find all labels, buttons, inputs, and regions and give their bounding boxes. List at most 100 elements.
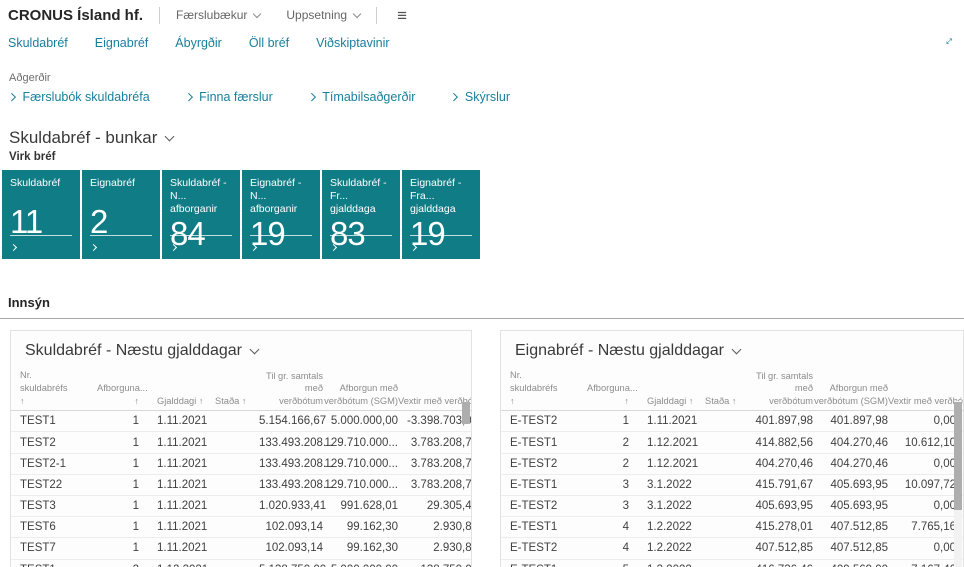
action-link[interactable]: Finna færslur — [186, 90, 273, 104]
column-header-no[interactable]: Nr. skuldabréfs ↑ — [501, 369, 565, 407]
bond-number-link[interactable]: E-TEST1 — [510, 437, 557, 449]
cue-tile[interactable]: Skuldabréf - Fr... gjalddaga 83 — [322, 170, 400, 259]
cell-row-menu: ⋮ — [565, 453, 587, 474]
cell-principal: 102.093,14 — [259, 542, 323, 554]
table-row[interactable]: TEST7 ⋮ 1 1.11.2021 102.093,14 99.162,30… — [11, 538, 471, 559]
cell-interest: 10.612,10 — [888, 437, 956, 449]
action-link[interactable]: Færslubók skuldabréfa — [9, 90, 150, 104]
card-title[interactable]: Skuldabréf - Næstu gjalddagar — [11, 331, 471, 364]
column-header-no[interactable]: Nr. skuldabréfs ↑ — [11, 369, 75, 407]
bond-number-link[interactable]: TEST3 — [20, 500, 56, 512]
bond-number-link[interactable]: E-TEST2 — [510, 542, 557, 554]
cell-bond-number: E-TEST2 — [501, 542, 565, 554]
action-link[interactable]: Skýrslur — [451, 90, 510, 104]
table-row[interactable]: TEST2-1 ⋮ 1 1.11.2021 133.493.208... 129… — [11, 454, 471, 475]
cell-payment: 407.512,85 — [813, 542, 888, 554]
table-row[interactable]: TEST22 ⋮ 1 1.11.2021 133.493.208... 129.… — [11, 475, 471, 496]
table-row[interactable]: E-TEST2 ⋮ 4 1.2.2022 407.512,85 407.512,… — [501, 538, 963, 559]
cue-tile-rule — [90, 235, 152, 236]
cell-row-menu: ⋮ — [565, 474, 587, 495]
bond-number-link[interactable]: E-TEST2 — [510, 415, 557, 427]
column-header-due-date[interactable]: Gjalddagi ↑ — [629, 395, 699, 408]
cue-group-title-label: Skuldabréf - bunkar — [9, 128, 157, 148]
nav-link[interactable]: Öll bréf — [249, 36, 289, 50]
nav-link[interactable]: Ábyrgðir — [175, 36, 222, 50]
table-row[interactable]: E-TEST1 ⋮ 4 1.2.2022 415.278,01 407.512,… — [501, 517, 963, 538]
cell-payment: 5.000.000,00 — [323, 415, 398, 427]
cue-tile[interactable]: Skuldabréf 11 — [2, 170, 80, 259]
nav-link[interactable]: Viðskiptavinir — [316, 36, 389, 50]
bond-number-link[interactable]: TEST22 — [20, 479, 62, 491]
chevron-down-icon — [353, 9, 361, 17]
bond-number-link[interactable]: E-TEST2 — [510, 500, 557, 512]
table-row[interactable]: TEST2 ⋮ 1 1.11.2021 133.493.208... 129.7… — [11, 432, 471, 453]
table-row[interactable]: E-TEST2 ⋮ 2 1.12.2021 404.270,46 404.270… — [501, 454, 963, 475]
cell-interest: 0,00 — [888, 458, 956, 470]
card-title[interactable]: Eignabréf - Næstu gjalddagar — [501, 331, 963, 364]
column-header-installment[interactable]: Afborguna... ↑ — [97, 382, 139, 408]
action-link-label: Færslubók skuldabréfa — [23, 90, 150, 104]
cue-tile[interactable]: Eignabréf 2 — [82, 170, 160, 259]
bond-number-link[interactable]: TEST1 — [20, 564, 56, 567]
cue-tile-value: 19 — [250, 217, 312, 250]
column-header-interest[interactable]: Vextir með verðbótum (SGM) — [398, 395, 472, 408]
table-row[interactable]: E-TEST1 ⋮ 5 1.3.2022 416.736,46 409.569,… — [501, 560, 963, 567]
vertical-scrollbar-thumb[interactable] — [954, 402, 962, 510]
column-header-principal[interactable]: Til gr. samtals með verðbótum — [259, 370, 323, 408]
cue-tile[interactable]: Eignabréf - Fra... gjalddaga 19 — [402, 170, 480, 259]
cell-interest: 3.783.208,77 — [398, 479, 471, 491]
bond-number-link[interactable]: TEST2-1 — [20, 458, 66, 470]
top-menu-item[interactable]: Uppsetning — [286, 8, 360, 22]
action-link[interactable]: Tímabilsaðgerðir — [309, 90, 416, 104]
cell-due-date: 1.11.2021 — [139, 500, 209, 512]
table-row[interactable]: E-TEST1 ⋮ 3 3.1.2022 415.791,67 405.693,… — [501, 475, 963, 496]
table-row[interactable]: E-TEST2 ⋮ 1 1.11.2021 401.897,98 401.897… — [501, 411, 963, 432]
bond-number-link[interactable]: TEST6 — [20, 521, 56, 533]
table-row[interactable]: E-TEST2 ⋮ 3 3.1.2022 405.693,95 405.693,… — [501, 496, 963, 517]
cell-payment: 99.162,30 — [323, 542, 398, 554]
cell-principal: 405.693,95 — [749, 500, 813, 512]
bond-number-link[interactable]: E-TEST1 — [510, 521, 557, 533]
column-header-payment[interactable]: Afborgun með verðbótum (SGM) — [813, 382, 888, 407]
table-row[interactable]: TEST1 ⋮ 1 1.11.2021 5.154.166,67 5.000.0… — [11, 411, 471, 432]
nav-link[interactable]: Skuldabréf — [8, 36, 68, 50]
cue-tiles: Skuldabréf 11 Eignabréf 2 Skuldabréf - N… — [0, 170, 964, 259]
table-row[interactable]: TEST6 ⋮ 1 1.11.2021 102.093,14 99.162,30… — [11, 517, 471, 538]
vertical-scrollbar-thumb[interactable] — [462, 402, 470, 424]
cell-installment: 2 — [97, 564, 139, 567]
column-header-principal[interactable]: Til gr. samtals með verðbótum — [749, 370, 813, 408]
column-header-installment[interactable]: Afborguna... ↑ — [587, 382, 629, 408]
bond-number-link[interactable]: TEST2 — [20, 437, 56, 449]
expand-icon[interactable]: ↔ — [938, 30, 958, 50]
column-header-status[interactable]: Staða ↑ — [699, 395, 749, 408]
column-header-payment[interactable]: Afborgun með verðbótum (SGM) — [323, 382, 398, 407]
nav-link[interactable]: Eignabréf — [95, 36, 149, 50]
bond-number-link[interactable]: E-TEST2 — [510, 458, 557, 470]
bond-number-link[interactable]: E-TEST1 — [510, 564, 557, 567]
cell-bond-number: E-TEST1 — [501, 564, 565, 567]
table-row[interactable]: TEST1 ⋮ 2 1.12.2021 5.138.750,00 5.000.0… — [11, 560, 471, 567]
top-menu-item[interactable]: Færslubækur — [176, 8, 260, 22]
table-row[interactable]: TEST3 ⋮ 1 1.11.2021 1.020.933,41 991.628… — [11, 496, 471, 517]
bond-number-link[interactable]: TEST1 — [20, 415, 56, 427]
column-header-due-date[interactable]: Gjalddagi ↑ — [139, 395, 209, 408]
top-menus: Færslubækur Uppsetning — [176, 8, 360, 22]
cue-tile[interactable]: Eignabréf - N... afborganir 19 — [242, 170, 320, 259]
cell-interest: 2.930,84 — [398, 521, 471, 533]
bond-number-link[interactable]: E-TEST1 — [510, 479, 557, 491]
cue-group-title[interactable]: Skuldabréf - bunkar — [9, 128, 964, 148]
cell-due-date: 3.1.2022 — [629, 500, 699, 512]
cell-payment: 405.693,95 — [813, 500, 888, 512]
cell-principal: 102.093,14 — [259, 521, 323, 533]
cue-tile[interactable]: Skuldabréf - N... afborganir 84 — [162, 170, 240, 259]
bond-number-link[interactable]: TEST7 — [20, 542, 56, 554]
chevron-right-icon — [185, 93, 193, 101]
column-header-interest[interactable]: Vextir með verðbótum (SGM) — [888, 395, 956, 408]
action-link-label: Tímabilsaðgerðir — [322, 90, 415, 104]
column-header-status[interactable]: Staða ↑ — [209, 395, 259, 408]
hamburger-menu-icon[interactable]: ≡ — [393, 7, 411, 24]
table-row[interactable]: E-TEST1 ⋮ 2 1.12.2021 414.882,56 404.270… — [501, 432, 963, 453]
cell-bond-number: E-TEST1 — [501, 437, 565, 449]
cue-tile-label: Eignabréf - Fra... gjalddaga — [410, 177, 472, 216]
cue-tile-rule — [330, 235, 392, 236]
